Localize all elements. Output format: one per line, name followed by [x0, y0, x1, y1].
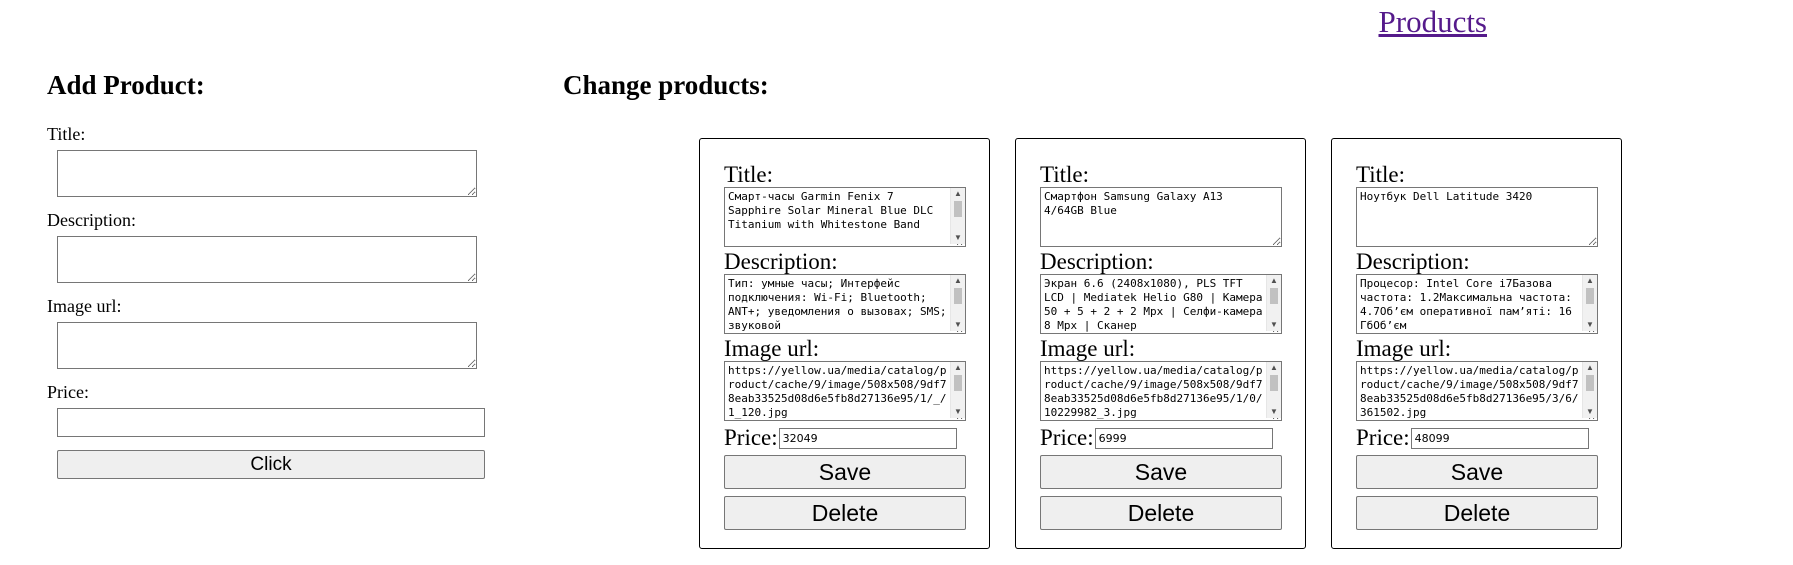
price-input[interactable] [57, 408, 485, 437]
delete-button[interactable]: Delete [1040, 496, 1282, 530]
scrollbar[interactable]: ▲ ▼ [950, 188, 965, 244]
card-price-input[interactable] [1094, 427, 1273, 449]
card-image-url-label: Image url: [724, 336, 820, 361]
product-card: Title: Смартфон Samsung Galaxy A13 4/64G… [1015, 138, 1306, 549]
add-product-heading: Add Product: [47, 70, 205, 100]
card-description-input[interactable]: Процесор: Intel Core i7Базова частота: 1… [1356, 274, 1598, 334]
card-price-input[interactable] [1410, 427, 1589, 449]
delete-button[interactable]: Delete [1356, 496, 1598, 530]
save-button[interactable]: Save [1040, 455, 1282, 489]
card-title-input[interactable]: Ноутбук Dell Latitude 3420 [1356, 187, 1598, 247]
card-image-url-input[interactable]: https://yellow.ua/media/catalog/product/… [1356, 361, 1598, 421]
scrollbar[interactable]: ▲ ▼ [1582, 362, 1597, 418]
card-title-label: Title: [1356, 162, 1406, 187]
scrollbar[interactable]: ▲ ▼ [950, 275, 965, 331]
scrollbar[interactable]: ▲ ▼ [1582, 275, 1597, 331]
card-image-url-input[interactable]: https://yellow.ua/media/catalog/product/… [724, 361, 966, 421]
save-button[interactable]: Save [1356, 455, 1598, 489]
card-title-label: Title: [724, 162, 774, 187]
submit-button[interactable]: Click [57, 450, 485, 479]
change-products-heading: Change products: [563, 70, 769, 100]
image-url-input[interactable] [57, 322, 477, 369]
card-price-label: Price: [1040, 425, 1094, 450]
description-label: Description: [47, 210, 136, 230]
scrollbar[interactable]: ▲ ▼ [1266, 362, 1281, 418]
card-price-label: Price: [1356, 425, 1410, 450]
add-product-form: Title: Description: Image url: Price: Cl… [47, 124, 487, 479]
title-label: Title: [47, 124, 86, 144]
scrollbar[interactable]: ▲ ▼ [1266, 275, 1281, 331]
card-image-url-label: Image url: [1356, 336, 1452, 361]
card-title-label: Title: [1040, 162, 1090, 187]
products-link[interactable]: Products [1379, 4, 1488, 40]
card-description-input[interactable]: Тип: умные часы; Интерфейс подключения: … [724, 274, 966, 334]
card-description-input[interactable]: Экран 6.6 (2408x1080), PLS TFT LCD | Med… [1040, 274, 1282, 334]
card-description-label: Description: [724, 249, 838, 274]
card-price-label: Price: [724, 425, 778, 450]
image-url-label: Image url: [47, 296, 122, 316]
card-title-input[interactable]: Смартфон Samsung Galaxy A13 4/64GB Blue [1040, 187, 1282, 247]
product-card: Title: Ноутбук Dell Latitude 3420 Descri… [1331, 138, 1622, 549]
card-description-label: Description: [1040, 249, 1154, 274]
price-label: Price: [47, 382, 89, 402]
card-price-input[interactable] [778, 427, 957, 449]
title-input[interactable] [57, 150, 477, 197]
card-title-input[interactable]: Смарт-часы Garmin Fenix 7 Sapphire Solar… [724, 187, 966, 247]
delete-button[interactable]: Delete [724, 496, 966, 530]
description-input[interactable] [57, 236, 477, 283]
save-button[interactable]: Save [724, 455, 966, 489]
product-card: Title: Смарт-часы Garmin Fenix 7 Sapphir… [699, 138, 990, 549]
scrollbar[interactable]: ▲ ▼ [950, 362, 965, 418]
card-image-url-input[interactable]: https://yellow.ua/media/catalog/product/… [1040, 361, 1282, 421]
card-description-label: Description: [1356, 249, 1470, 274]
card-image-url-label: Image url: [1040, 336, 1136, 361]
